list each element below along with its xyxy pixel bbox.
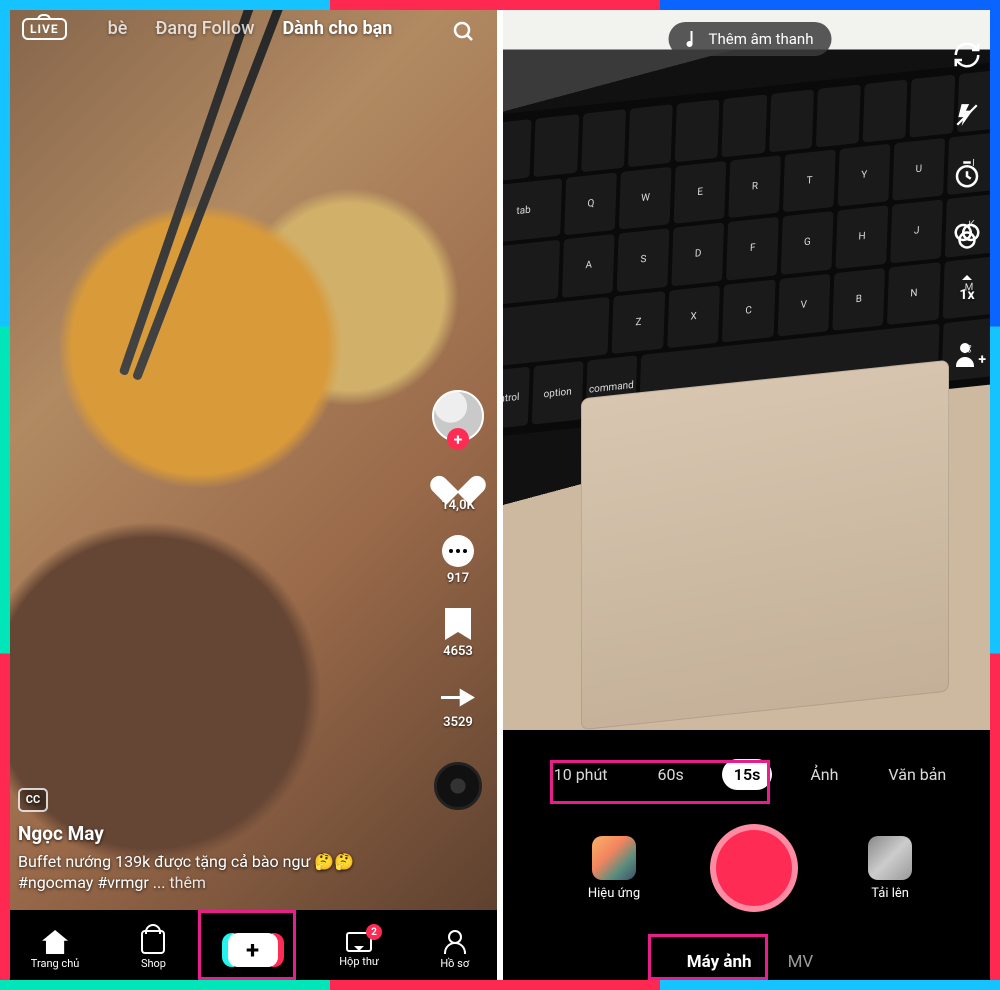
speed-button[interactable]: 1x — [952, 280, 982, 310]
duration-15s[interactable]: 15s — [722, 759, 773, 790]
tab-friends[interactable]: bè — [108, 18, 128, 39]
mode-mv[interactable]: MV — [788, 952, 814, 972]
viewfinder-trackpad — [581, 360, 949, 730]
nav-shop[interactable]: Shop — [141, 930, 166, 970]
profile-icon — [444, 930, 466, 954]
music-note-icon — [687, 31, 701, 47]
shop-icon — [141, 930, 165, 954]
more-link[interactable]: thêm — [169, 873, 206, 892]
plus-icon: + — [246, 936, 259, 964]
comment-icon — [442, 535, 474, 567]
flash-button[interactable] — [952, 100, 982, 130]
author-avatar[interactable]: + — [432, 390, 484, 442]
comment-button[interactable]: 917 — [442, 535, 474, 586]
camera-screen: tabQWERTYUI ASDFGHJK ZXCVBNM controlopti… — [500, 0, 1000, 990]
share-button[interactable]: 3529 — [441, 681, 475, 730]
heart-icon — [441, 464, 475, 494]
feed-screen: LIVE bè Đang Follow Dành cho bạn + 14,0K… — [0, 0, 500, 990]
bookmark-icon — [445, 608, 471, 640]
comment-count: 917 — [447, 571, 469, 586]
mode-camera[interactable]: Máy ảnh — [687, 952, 752, 972]
duration-text[interactable]: Văn bản — [876, 759, 958, 790]
author-name[interactable]: Ngọc May — [18, 822, 410, 845]
tab-following[interactable]: Đang Follow — [155, 18, 254, 39]
flip-camera-button[interactable] — [952, 40, 982, 70]
add-sound-button[interactable]: Thêm âm thanh — [669, 22, 832, 56]
duration-60s[interactable]: 60s — [646, 759, 696, 790]
effects-button[interactable]: Hiệu ứng — [588, 836, 640, 901]
timer-button[interactable] — [952, 160, 982, 190]
caption-text[interactable]: Buffet nướng 139k được tặng cả bào ngư 🤔… — [18, 851, 410, 894]
share-count: 3529 — [443, 715, 473, 730]
captions-toggle[interactable]: CC — [18, 788, 48, 812]
effects-thumbnail — [592, 836, 636, 880]
duration-photo[interactable]: Ảnh — [798, 759, 850, 790]
duration-10m[interactable]: 10 phút — [542, 759, 620, 790]
add-person-button[interactable]: + — [952, 340, 982, 370]
record-button[interactable] — [710, 824, 798, 912]
nav-create[interactable]: + — [228, 933, 278, 967]
follow-plus-icon[interactable]: + — [447, 428, 469, 450]
share-icon — [441, 681, 475, 711]
like-button[interactable]: 14,0K — [441, 464, 475, 513]
inbox-badge: 2 — [366, 924, 382, 940]
upload-thumbnail — [868, 836, 912, 880]
save-count: 4653 — [443, 644, 473, 659]
home-icon — [42, 930, 68, 954]
nav-home[interactable]: Trang chủ — [31, 930, 80, 970]
filters-button[interactable] — [952, 220, 982, 250]
nav-inbox[interactable]: 2 Hộp thư — [339, 932, 379, 968]
sound-disc[interactable] — [434, 762, 482, 810]
nav-profile[interactable]: Hồ sơ — [440, 930, 469, 970]
tab-for-you[interactable]: Dành cho bạn — [282, 18, 392, 39]
create-button[interactable]: + — [228, 933, 278, 967]
upload-button[interactable]: Tải lên — [868, 836, 912, 901]
save-button[interactable]: 4653 — [443, 608, 473, 659]
bottom-nav: Trang chủ Shop + 2 Hộp thư Hồ sơ — [0, 910, 500, 990]
add-person-icon — [956, 343, 978, 367]
